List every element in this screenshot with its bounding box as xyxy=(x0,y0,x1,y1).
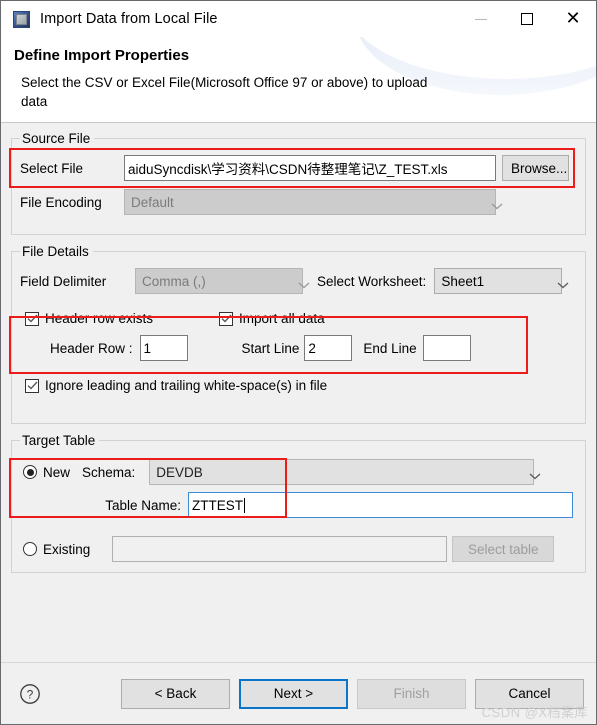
next-button[interactable]: Next > xyxy=(239,678,348,709)
title-bar: Import Data from Local File ✕ xyxy=(1,1,596,37)
header-row-label: Header Row : xyxy=(50,340,133,356)
schema-combo[interactable]: DEVDB xyxy=(149,459,541,485)
maximize-button[interactable] xyxy=(504,1,550,37)
dialog-body: Source File Select File Browse... File E… xyxy=(1,123,596,662)
back-button[interactable]: < Back xyxy=(121,678,230,709)
import-all-data-label: Import all data xyxy=(239,311,325,326)
file-details-legend: File Details xyxy=(22,244,89,259)
svg-text:?: ? xyxy=(27,687,34,701)
select-file-row: Select File Browse... xyxy=(20,155,577,181)
dialog-footer: ? < Back Next > Finish Cancel CSDN @X档案库 xyxy=(1,662,596,724)
new-label: New xyxy=(43,464,71,480)
existing-row: Existing Select table xyxy=(23,536,577,562)
window-title: Import Data from Local File xyxy=(40,11,218,27)
ignore-whitespace-label: Ignore leading and trailing white-space(… xyxy=(45,378,328,393)
select-file-label: Select File xyxy=(20,160,84,176)
minimize-icon xyxy=(475,18,487,20)
close-icon: ✕ xyxy=(565,8,581,29)
field-delimiter-value: Comma (,) xyxy=(142,273,206,289)
import-data-dialog: Import Data from Local File ✕ Define Imp… xyxy=(0,0,597,725)
target-table-legend: Target Table xyxy=(22,433,96,448)
header-row-input[interactable] xyxy=(139,335,188,361)
schema-value: DEVDB xyxy=(156,464,203,480)
browse-button[interactable]: Browse... xyxy=(502,155,569,181)
select-worksheet-label: Select Worksheet: xyxy=(317,273,427,289)
source-file-group: Source File Select File Browse... File E… xyxy=(11,131,586,235)
start-line-input[interactable] xyxy=(304,335,353,361)
file-encoding-label: File Encoding xyxy=(20,194,102,210)
table-name-input[interactable]: ZTTEST xyxy=(188,492,573,518)
existing-table-input[interactable] xyxy=(112,536,448,562)
page-title: Define Import Properties xyxy=(14,47,190,64)
header-import-checkbox-row: Header row exists Import all data xyxy=(25,311,577,326)
new-schema-row: New Schema: DEVDB xyxy=(23,459,577,485)
help-icon[interactable]: ? xyxy=(19,683,41,705)
ignore-whitespace-row: Ignore leading and trailing white-space(… xyxy=(25,378,577,393)
table-name-row: Table Name: ZTTEST xyxy=(23,492,577,518)
file-encoding-value: Default xyxy=(131,194,174,210)
end-line-label: End Line xyxy=(363,340,417,356)
source-file-legend: Source File xyxy=(22,131,91,146)
check-icon xyxy=(27,314,38,323)
delimiter-worksheet-row: Field Delimiter Comma (,) Select Workshe… xyxy=(20,268,577,294)
file-details-group: File Details Field Delimiter Comma (,) S… xyxy=(11,244,586,424)
table-name-value: ZTTEST xyxy=(192,497,243,513)
finish-button[interactable]: Finish xyxy=(357,678,466,709)
wizard-header: Define Import Properties Select the CSV … xyxy=(1,37,596,123)
window-controls: ✕ xyxy=(458,1,596,37)
target-table-group: Target Table New Schema: DEVDB Table Nam… xyxy=(11,433,586,573)
file-encoding-combo[interactable]: Default xyxy=(124,189,503,215)
close-button[interactable]: ✕ xyxy=(550,1,596,37)
check-icon xyxy=(221,314,232,323)
page-subtitle: Select the CSV or Excel File(Microsoft O… xyxy=(21,75,428,109)
check-icon xyxy=(27,381,38,390)
select-worksheet-combo[interactable]: Sheet1 xyxy=(434,268,569,294)
watermark: CSDN @X档案库 xyxy=(481,705,588,720)
import-all-data-checkbox[interactable] xyxy=(219,311,234,326)
minimize-button[interactable] xyxy=(458,1,504,37)
existing-label: Existing xyxy=(43,541,91,557)
maximize-icon xyxy=(521,13,533,25)
end-line-input[interactable] xyxy=(422,335,471,361)
start-line-label: Start Line xyxy=(241,340,300,356)
select-file-input[interactable] xyxy=(124,155,496,181)
header-row-exists-label: Header row exists xyxy=(45,311,154,326)
table-name-label: Table Name: xyxy=(105,497,181,513)
line-range-row: Header Row : Start Line End Line xyxy=(50,335,577,361)
schema-label: Schema: xyxy=(82,464,136,480)
field-delimiter-label: Field Delimiter xyxy=(20,273,107,289)
ignore-whitespace-checkbox[interactable] xyxy=(25,378,39,393)
header-row-exists-checkbox[interactable] xyxy=(25,311,39,326)
new-radio[interactable] xyxy=(23,465,37,479)
field-delimiter-combo[interactable]: Comma (,) xyxy=(135,268,310,294)
app-window-icon xyxy=(13,10,30,28)
select-table-button[interactable]: Select table xyxy=(452,536,555,562)
existing-radio[interactable] xyxy=(23,542,37,556)
file-encoding-row: File Encoding Default xyxy=(20,189,577,215)
text-caret xyxy=(244,497,245,513)
select-worksheet-value: Sheet1 xyxy=(441,273,485,289)
